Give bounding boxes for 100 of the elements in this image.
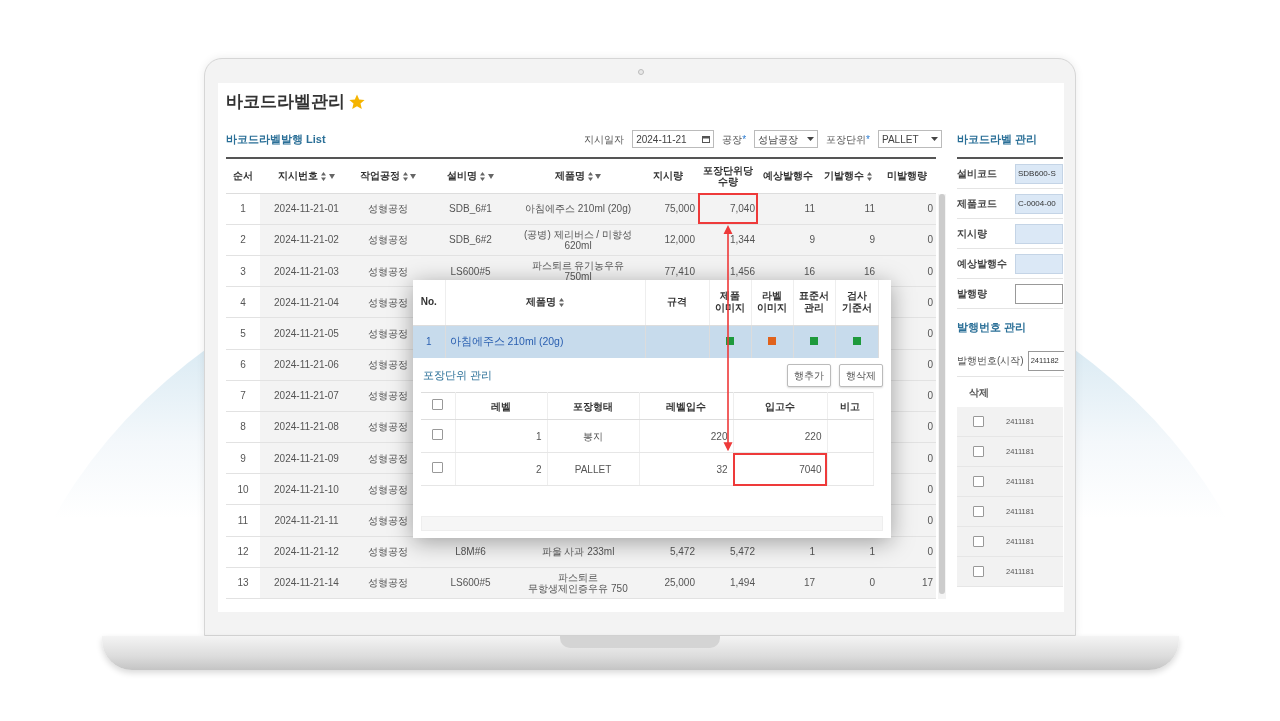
camera-icon — [638, 69, 644, 75]
filter-label: 지시일자 — [584, 132, 625, 147]
table-cell: 9 — [818, 224, 878, 256]
checkbox[interactable] — [432, 398, 444, 410]
table-cell: 파스퇴르 무항생제인증우유 750 — [518, 567, 638, 599]
column-header: 삭제 — [969, 385, 989, 400]
table-row[interactable]: 1 아침에주스 210ml (20g) — [413, 325, 878, 358]
checkbox[interactable] — [973, 536, 984, 547]
delete-row-button[interactable]: 행삭제 — [839, 363, 883, 387]
column-header: 입고수 — [733, 392, 827, 420]
table-cell: 1 — [226, 193, 260, 225]
table-cell: 1 — [455, 419, 547, 453]
checkbox[interactable] — [973, 476, 984, 487]
table-cell: 2024-11-21-04 — [260, 286, 353, 318]
field-label: 설비코드 — [957, 167, 998, 181]
sort-icon[interactable] — [587, 172, 593, 182]
table-cell: 아침에주스 210ml (20g) — [518, 193, 638, 225]
table-cell: 12,000 — [638, 224, 698, 256]
table-cell: 2024-11-21-08 — [260, 411, 353, 443]
input-field[interactable]: SDB600-S — [1015, 163, 1063, 184]
table-cell: 0 — [818, 567, 878, 599]
filter-icon[interactable] — [328, 174, 335, 180]
table-cell: 1 — [758, 536, 818, 568]
column-header[interactable]: 제품명 — [445, 280, 645, 325]
table-cell: 2024-11-21-14 — [260, 567, 353, 599]
star-icon[interactable] — [349, 94, 365, 110]
input-field[interactable] — [1015, 253, 1063, 274]
table-cell: 파울 사과 233ml — [518, 536, 638, 568]
table-cell: 1 — [425, 336, 432, 348]
table-cell: 2024-11-21-02 — [260, 224, 353, 256]
page-title: 바코드라벨관리 — [226, 91, 345, 113]
column-header: 포장형태 — [547, 392, 639, 420]
input-field[interactable] — [1015, 283, 1063, 304]
table-cell: 성형공정 — [353, 193, 423, 225]
checkbox[interactable] — [432, 461, 444, 473]
sort-icon[interactable] — [558, 298, 564, 308]
filter-icon[interactable] — [487, 174, 494, 180]
select-field[interactable]: PALLET — [878, 130, 942, 148]
section-title: 바코드라벨 관리 — [957, 131, 1038, 147]
select-field[interactable]: 성남공장 — [754, 130, 819, 148]
calendar-icon[interactable] — [702, 135, 711, 143]
table-cell: SDB_6#1 — [423, 193, 518, 225]
field-label: 제품코드 — [957, 197, 998, 211]
column-header: 검사 기준서 — [835, 280, 878, 325]
table-cell: (공병) 제리버스 / 미향성 620ml — [518, 224, 638, 256]
checkbox[interactable] — [432, 428, 444, 440]
table-cell: 11 — [226, 504, 260, 537]
table-cell: 9 — [226, 442, 260, 474]
column-header: 라벨 이미지 — [751, 280, 793, 325]
table-cell: 아침에주스 210ml (20g) — [449, 334, 564, 347]
table-cell: 봉지 — [547, 419, 639, 453]
table-cell: 12 — [226, 536, 260, 568]
table-cell: 2024-11-21-03 — [260, 255, 353, 287]
filter-icon[interactable] — [595, 174, 602, 180]
table-cell: 2024-11-21-01 — [260, 193, 353, 225]
section-title: 바코드라벨발행 List — [226, 131, 326, 147]
sort-icon[interactable] — [866, 172, 872, 182]
table-cell: L8M#6 — [423, 536, 518, 568]
table-cell: 성형공정 — [353, 567, 423, 599]
table-cell: 2024-11-21-11 — [260, 504, 353, 537]
sort-icon[interactable] — [402, 172, 408, 182]
column-header: No. — [413, 280, 445, 325]
filter-label: 공장* — [722, 132, 747, 147]
table-cell: 0 — [878, 224, 936, 256]
table-cell: 2024-11-21-07 — [260, 380, 353, 412]
table-cell: 2024-11-21-06 — [260, 349, 353, 381]
table-cell: 성형공정 — [353, 255, 423, 287]
table-cell: SDB_6#2 — [423, 224, 518, 256]
sort-icon[interactable] — [321, 172, 326, 182]
column-header: 레벨 — [455, 392, 547, 420]
table-cell: 2 — [226, 224, 260, 256]
table-cell: 4 — [226, 286, 260, 318]
add-row-button[interactable]: 행추가 — [787, 363, 831, 387]
table-cell: 6 — [226, 349, 260, 381]
scrollbar[interactable] — [938, 194, 946, 599]
table-cell: 성형공정 — [353, 536, 423, 568]
input-field[interactable] — [1015, 223, 1063, 244]
table-cell: 9 — [758, 224, 818, 256]
field-label: 지시량 — [957, 227, 988, 241]
table-cell: 7,040 — [698, 193, 758, 225]
section-title: 포장단위 관리 — [423, 367, 493, 383]
table-cell: PALLET — [547, 452, 639, 486]
filter-icon[interactable] — [410, 174, 417, 180]
section-title: 발행번호 관리 — [957, 319, 1027, 335]
sort-icon[interactable] — [480, 172, 485, 182]
checkbox[interactable] — [973, 446, 984, 457]
input-field[interactable]: C-0004-00 — [1015, 193, 1063, 214]
field-label: 예상발행수 — [957, 257, 1008, 271]
date-field[interactable]: 2024-11-21 — [632, 130, 715, 148]
table-cell: 7040 — [733, 452, 827, 486]
table-cell: 13 — [226, 567, 260, 599]
checkbox[interactable] — [973, 566, 984, 577]
table-cell: 25,000 — [638, 567, 698, 599]
checkbox[interactable] — [973, 416, 984, 427]
caret-icon — [931, 137, 938, 141]
table-cell: 11 — [818, 193, 878, 225]
table-cell: 2 — [455, 452, 547, 486]
table-cell: 17 — [878, 567, 936, 599]
table-cell: LS600#5 — [423, 567, 518, 599]
checkbox[interactable] — [973, 506, 984, 517]
